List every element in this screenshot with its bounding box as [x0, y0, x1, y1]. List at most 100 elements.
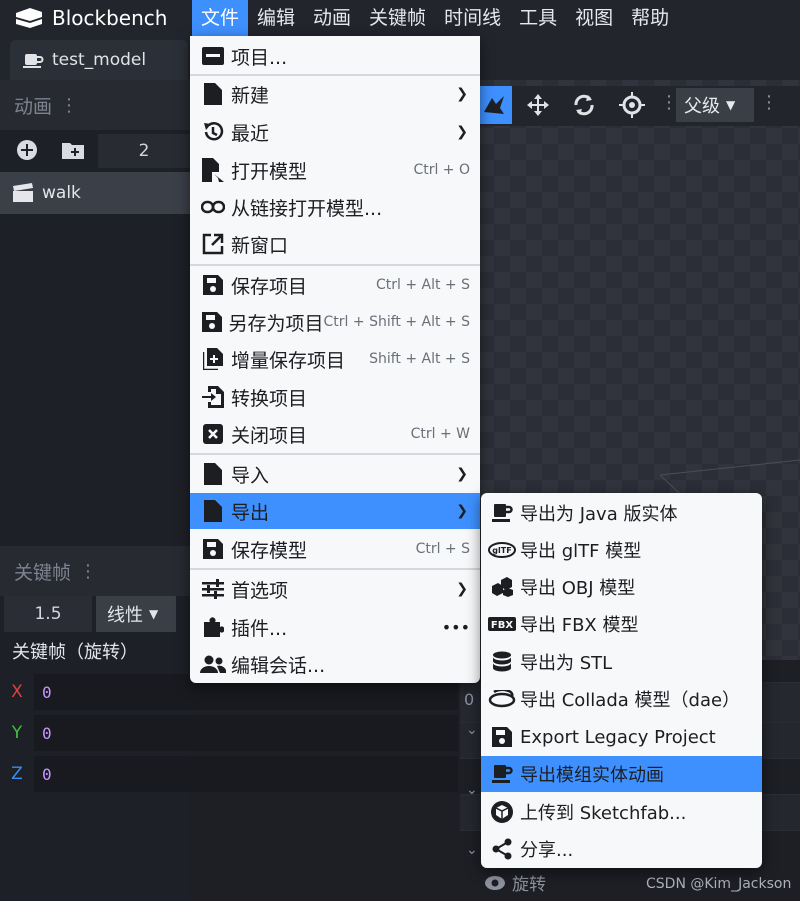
menu-item-plugins[interactable]: 插件... ••• [190, 609, 480, 645]
interpolation-select[interactable]: 线性 ▼ [96, 596, 176, 632]
export-share[interactable]: 分享... [481, 831, 762, 867]
menu-animation[interactable]: 动画 [304, 0, 360, 36]
panel-menu-icon[interactable]: ⋮ [60, 95, 78, 116]
java-cup-icon [488, 763, 516, 785]
animation-count[interactable]: 2 [98, 134, 190, 168]
settings-sliders-icon [199, 579, 227, 599]
channel-label: 旋转 [512, 875, 546, 895]
export-mod-entity-animation[interactable]: 导出模组实体动画 [481, 756, 762, 792]
save-icon [199, 275, 227, 295]
more-options-icon[interactable]: ••• [442, 618, 470, 637]
save-icon [199, 539, 227, 559]
menu-item-export[interactable]: 导出 ❯ [190, 493, 480, 529]
export-sketchfab[interactable]: 上传到 Sketchfab... [481, 794, 762, 830]
java-cup-icon [23, 54, 44, 68]
fbx-icon: FBX [488, 616, 516, 632]
transform-space-select[interactable]: 父级 ▼ [676, 88, 754, 122]
chevron-down-icon[interactable]: ⌄ [466, 782, 478, 798]
tab-label: test_model [52, 50, 147, 70]
rotate-tool-icon[interactable] [566, 86, 602, 124]
chevron-right-icon: ❯ [456, 503, 468, 519]
menu-item-close-project[interactable]: 关闭项目 Ctrl + W [190, 416, 480, 452]
menu-edit[interactable]: 编辑 [248, 0, 304, 36]
menu-item-edit-session[interactable]: 编辑会话... [190, 646, 480, 682]
new-window-icon [199, 233, 227, 255]
incremental-save-icon [199, 348, 227, 370]
chevron-down-icon[interactable]: ⌄ [466, 842, 478, 858]
open-icon [199, 158, 227, 182]
share-icon [488, 838, 516, 860]
history-icon [199, 121, 227, 143]
plugin-icon [199, 616, 227, 638]
animation-name: walk [42, 183, 81, 203]
menu-view[interactable]: 视图 [566, 0, 622, 36]
add-animation-icon[interactable] [14, 137, 40, 163]
axis-input-y[interactable]: 0 [34, 715, 458, 751]
pivot-point-icon[interactable] [614, 86, 650, 124]
users-icon [199, 655, 227, 673]
menu-item-new[interactable]: 新建 ❯ [190, 76, 480, 112]
menu-item-open-model[interactable]: 打开模型 Ctrl + O [190, 152, 480, 188]
export-collada[interactable]: 导出 Collada 模型（dae） [481, 681, 762, 717]
keyframe-panel-header: 关键帧 ⋮ [0, 546, 190, 596]
transform-space-value: 父级 [684, 96, 720, 117]
toolbar-menu-icon[interactable]: ⋮ [760, 92, 778, 113]
menu-tools[interactable]: 工具 [510, 0, 566, 36]
app-logo: Blockbench [0, 0, 192, 36]
axis-label-z: Z [11, 764, 23, 784]
menubar: Blockbench 文件 编辑 动画 关键帧 时间线 工具 视图 帮助 [0, 0, 800, 36]
axis-row-y: Y 0 [0, 714, 460, 752]
export-fbx[interactable]: FBX 导出 FBX 模型 [481, 606, 762, 642]
menu-item-project[interactable]: 项目... [190, 38, 480, 74]
svg-text:glTF: glTF [492, 546, 511, 555]
axis-label-y: Y [11, 723, 23, 743]
svg-text:FBX: FBX [491, 620, 513, 631]
menu-item-recent[interactable]: 最近 ❯ [190, 114, 480, 150]
clapperboard-icon [13, 183, 33, 202]
axis-label-x: X [11, 682, 23, 702]
menu-divider [190, 264, 480, 266]
axis-row-z: Z 0 [0, 755, 460, 793]
save-icon [488, 727, 516, 747]
file-icon [199, 463, 227, 485]
eye-icon[interactable] [484, 875, 506, 891]
menu-item-save-project[interactable]: 保存项目 Ctrl + Alt + S [190, 267, 480, 303]
tab-test-model[interactable]: test_model [10, 40, 188, 80]
app-name: Blockbench [52, 6, 168, 30]
caret-down-icon: ▼ [726, 98, 736, 112]
menu-item-convert-project[interactable]: 转换项目 [190, 379, 480, 415]
export-legacy-project[interactable]: Export Legacy Project [481, 719, 762, 755]
menu-file[interactable]: 文件 [192, 0, 249, 36]
menu-item-save-as[interactable]: 另存为项目 Ctrl + Shift + Alt + S [190, 304, 480, 340]
menu-item-import[interactable]: 导入 ❯ [190, 456, 480, 492]
close-icon [199, 424, 227, 444]
menu-item-save-model[interactable]: 保存模型 Ctrl + S [190, 531, 480, 567]
move-tool-icon[interactable] [520, 86, 556, 124]
chevron-right-icon: ❯ [456, 581, 468, 597]
keyframe-heading: 关键帧（旋转） [12, 642, 138, 663]
animation-item-walk[interactable]: walk [0, 172, 190, 214]
menu-item-open-from-link[interactable]: 从链接打开模型... [190, 189, 480, 225]
java-cup-icon [488, 502, 516, 524]
animations-panel-header: 动画 ⋮ [0, 80, 190, 130]
menu-keyframe[interactable]: 关键帧 [360, 0, 435, 36]
menu-help[interactable]: 帮助 [622, 0, 678, 36]
export-gltf[interactable]: glTF 导出 glTF 模型 [481, 532, 762, 568]
pivot-tool-icon[interactable] [476, 86, 512, 124]
timeline-channel-rotation[interactable]: 旋转 [484, 870, 546, 895]
file-menu: 项目... 新建 ❯ 最近 ❯ 打开模型 Ctrl + O 从链接打开模型...… [190, 36, 480, 683]
menu-item-new-window[interactable]: 新窗口 [190, 226, 480, 262]
export-java-entity[interactable]: 导出为 Java 版实体 [481, 495, 762, 531]
add-folder-icon[interactable] [60, 137, 86, 163]
keyframe-time-input[interactable]: 1.5 [4, 596, 92, 632]
export-stl[interactable]: 导出为 STL [481, 644, 762, 680]
chevron-down-icon[interactable]: ⌄ [466, 722, 478, 738]
panel-menu-icon[interactable]: ⋮ [79, 561, 97, 582]
save-icon [199, 312, 225, 332]
export-obj[interactable]: 导出 OBJ 模型 [481, 569, 762, 605]
axis-input-z[interactable]: 0 [34, 756, 458, 792]
menu-timeline[interactable]: 时间线 [435, 0, 510, 36]
menu-item-preferences[interactable]: 首选项 ❯ [190, 571, 480, 607]
database-icon [488, 651, 516, 673]
menu-item-incremental-save[interactable]: 增量保存项目 Shift + Alt + S [190, 341, 480, 377]
